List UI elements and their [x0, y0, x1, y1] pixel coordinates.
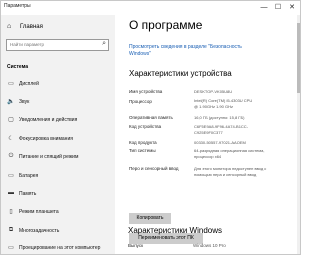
spec-label: Код продукта — [129, 140, 157, 145]
sidebar: ⌂ Главная Найти параметр ⌕ Система ▭ Дис… — [1, 15, 115, 254]
spec-value: C6F5E9A8-9F96-4A74-B1CC-C925E9F0C377 — [194, 124, 249, 135]
home-label: Главная — [20, 24, 43, 30]
window-title: Параметры — [4, 3, 31, 9]
notification-icon: ▢ — [8, 117, 14, 123]
spec-label: Оперативная память — [129, 115, 173, 120]
project-icon: ▭ — [8, 245, 14, 251]
sidebar-item-label: Проецирование на этот компьютер — [19, 245, 101, 251]
settings-window: Параметры — ☐ ✕ ⌂ Главная Найти параметр… — [0, 0, 301, 255]
sidebar-item-label: Фокусировка внимания — [19, 136, 73, 142]
sidebar-item-multitasking[interactable]: ⧉ Многозадачность — [1, 224, 115, 238]
moon-icon: ☾ — [8, 136, 14, 142]
sidebar-item-label: Уведомления и действия — [19, 117, 78, 123]
battery-icon: ▭ — [8, 173, 14, 179]
spec-value: DESKTOP-VK05U8U — [194, 89, 233, 94]
tablet-icon: ▯ — [9, 209, 13, 215]
edition-label: Выпуск — [128, 243, 144, 248]
sidebar-item-tablet[interactable]: ▯ Режим планшета — [1, 205, 115, 219]
monitor-icon: ▭ — [8, 81, 14, 87]
sidebar-item-notifications[interactable]: ▢ Уведомления и действия — [1, 113, 115, 127]
sidebar-item-label: Режим планшета — [19, 209, 59, 215]
search-icon[interactable]: ⌕ — [102, 40, 106, 48]
sidebar-item-label: Дисплей — [19, 81, 39, 87]
sidebar-item-sound[interactable]: 🔈 Звук — [1, 95, 115, 109]
scrollbar-thumb[interactable] — [297, 23, 300, 93]
home-icon: ⌂ — [7, 23, 12, 30]
sidebar-item-label: Питание и спящий режим — [19, 154, 79, 160]
minimize-button[interactable]: — — [257, 1, 271, 14]
spec-label: Перо и сенсорный ввод — [129, 166, 179, 171]
sidebar-item-label: Батарея — [19, 173, 39, 179]
title-bar: Параметры — ☐ ✕ — [1, 1, 300, 15]
spec-label: Имя устройства — [129, 89, 163, 94]
sidebar-item-label: Звук — [19, 99, 30, 105]
sidebar-item-label: Многозадачность — [19, 228, 60, 234]
sidebar-item-projecting[interactable]: ▭ Проецирование на этот компьютер — [1, 241, 115, 254]
close-button[interactable]: ✕ — [285, 1, 299, 14]
section-title: Система — [7, 64, 29, 70]
search-placeholder: Найти параметр — [10, 42, 45, 47]
search-input[interactable]: Найти параметр ⌕ — [6, 39, 109, 51]
multitasking-icon: ⧉ — [8, 227, 14, 233]
spec-value: 16,0 ГБ (доступно: 15,8 ГБ) — [194, 115, 245, 120]
maximize-button[interactable]: ☐ — [271, 1, 285, 14]
windows-specs-heading: Характеристики Windows — [128, 226, 222, 235]
sidebar-item-power[interactable]: ⏻ Питание и спящий режим — [1, 150, 115, 164]
sidebar-item-display[interactable]: ▭ Дисплей — [1, 77, 115, 91]
scrollbar[interactable] — [297, 15, 300, 254]
device-specs-heading: Характеристики устройства — [129, 69, 232, 78]
sidebar-item-storage[interactable]: ▬ Память — [1, 187, 115, 201]
speaker-icon: 🔈 — [7, 99, 15, 105]
spec-label: Тип системы — [129, 148, 156, 153]
copy-button[interactable]: Копировать — [129, 213, 171, 224]
spec-value: 64-разрядная операционная система, проце… — [194, 148, 265, 159]
sidebar-item-focus[interactable]: ☾ Фокусировка внимания — [1, 132, 115, 146]
power-icon: ⏻ — [8, 153, 14, 159]
sidebar-item-battery[interactable]: ▭ Батарея — [1, 169, 115, 183]
spec-label: Код устройства — [129, 124, 162, 129]
spec-value: Intel(R) Core(TM) i5-4303U CPU @ 1.90GHz… — [194, 98, 253, 109]
edition-value: Windows 10 Pro — [193, 243, 226, 248]
spec-label: Процессор — [129, 99, 152, 104]
sidebar-item-label: Память — [19, 191, 37, 197]
page-title: О программе — [129, 18, 203, 32]
security-link[interactable]: Просмотреть сведения в разделе "Безопасн… — [129, 44, 249, 58]
storage-icon: ▬ — [8, 190, 14, 196]
main-content: О программе Просмотреть сведения в разде… — [115, 15, 300, 254]
spec-value: Для этого монитора недоступен ввод с пом… — [194, 166, 267, 177]
spec-value: 00330-50557-97021-AAOEM — [194, 140, 246, 145]
